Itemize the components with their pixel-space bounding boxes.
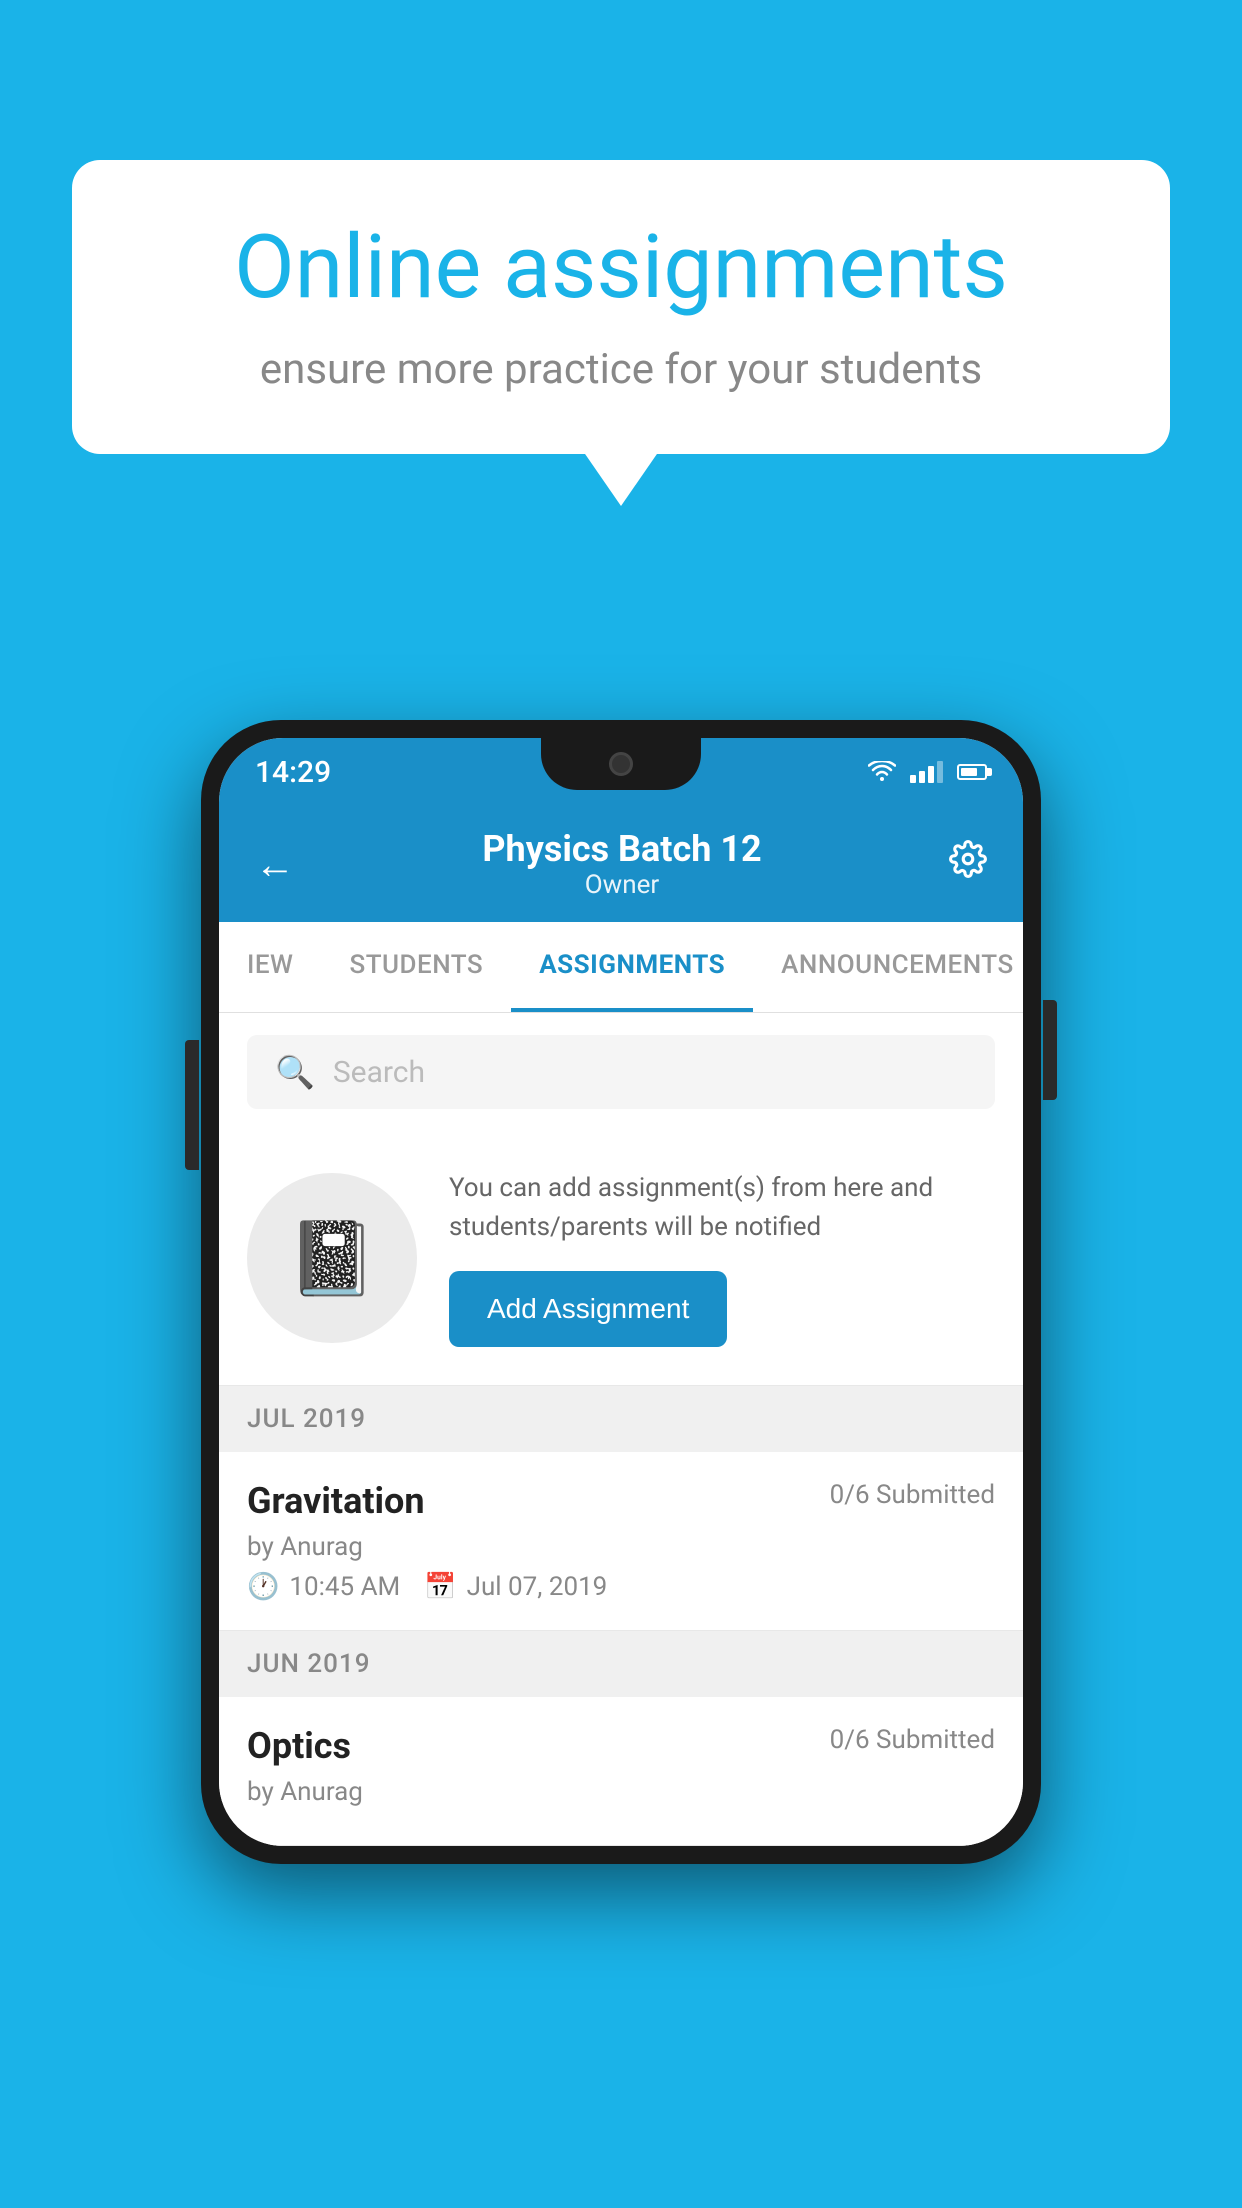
notch <box>541 738 701 790</box>
section-month-jun: JUN 2019 <box>247 1649 370 1679</box>
assignment-item-gravitation[interactable]: Gravitation 0/6 Submitted by Anurag 🕐 10… <box>219 1452 1023 1631</box>
tab-students[interactable]: STUDENTS <box>321 922 511 1012</box>
assignment-item-optics[interactable]: Optics 0/6 Submitted by Anurag <box>219 1697 1023 1846</box>
section-month-jul: JUL 2019 <box>247 1404 366 1434</box>
assignment-top: Gravitation 0/6 Submitted <box>247 1480 995 1522</box>
header-center: Physics Batch 12 Owner <box>482 828 761 900</box>
add-assignment-prompt: 📓 You can add assignment(s) from here an… <box>219 1131 1023 1386</box>
add-assignment-button[interactable]: Add Assignment <box>449 1271 727 1347</box>
prompt-text: You can add assignment(s) from here and … <box>449 1169 995 1247</box>
speech-bubble-container: Online assignments ensure more practice … <box>72 160 1170 454</box>
assignment-title-gravitation: Gravitation <box>247 1480 425 1522</box>
assignment-meta-gravitation: 🕐 10:45 AM 📅 Jul 07, 2019 <box>247 1572 995 1602</box>
app-header: ← Physics Batch 12 Owner <box>219 806 1023 922</box>
tab-assignments[interactable]: ASSIGNMENTS <box>511 922 753 1012</box>
assignment-icon-circle: 📓 <box>247 1173 417 1343</box>
assignment-title-optics: Optics <box>247 1725 351 1767</box>
assignment-status-optics: 0/6 Submitted <box>830 1725 995 1755</box>
assignment-time-gravitation: 🕐 10:45 AM <box>247 1572 400 1602</box>
tabs-bar: IEW STUDENTS ASSIGNMENTS ANNOUNCEMENTS <box>219 922 1023 1013</box>
phone-outer: 14:29 <box>201 720 1041 1864</box>
search-bar[interactable]: 🔍 Search <box>247 1035 995 1109</box>
speech-bubble: Online assignments ensure more practice … <box>72 160 1170 454</box>
bubble-title: Online assignments <box>142 220 1100 317</box>
section-header-jul: JUL 2019 <box>219 1386 1023 1452</box>
assignment-date-gravitation: 📅 Jul 07, 2019 <box>424 1572 607 1602</box>
phone-inner: 14:29 <box>219 738 1023 1846</box>
phone-mockup: 14:29 <box>201 720 1041 1864</box>
status-icons <box>868 761 987 783</box>
signal-icon <box>910 761 943 783</box>
status-bar: 14:29 <box>219 738 1023 806</box>
search-bar-wrap: 🔍 Search <box>219 1013 1023 1131</box>
search-placeholder: Search <box>333 1055 425 1090</box>
camera <box>609 752 633 776</box>
back-button[interactable]: ← <box>255 841 295 888</box>
assignment-status-gravitation: 0/6 Submitted <box>830 1480 995 1510</box>
header-title: Physics Batch 12 <box>482 828 761 870</box>
battery-icon <box>957 764 987 780</box>
tab-iew[interactable]: IEW <box>219 922 321 1012</box>
prompt-right: You can add assignment(s) from here and … <box>449 1169 995 1347</box>
section-header-jun: JUN 2019 <box>219 1631 1023 1697</box>
settings-button[interactable] <box>949 840 987 888</box>
assignment-by-gravitation: by Anurag <box>247 1532 995 1562</box>
assignment-by-optics: by Anurag <box>247 1777 995 1807</box>
assignment-top-optics: Optics 0/6 Submitted <box>247 1725 995 1767</box>
status-time: 14:29 <box>255 755 331 790</box>
bubble-subtitle: ensure more practice for your students <box>142 345 1100 394</box>
tab-announcements[interactable]: ANNOUNCEMENTS <box>753 922 1023 1012</box>
calendar-icon: 📅 <box>424 1572 456 1602</box>
wifi-icon <box>868 761 896 783</box>
search-icon: 🔍 <box>275 1053 315 1091</box>
clock-icon: 🕐 <box>247 1572 279 1602</box>
header-subtitle: Owner <box>482 870 761 900</box>
notebook-icon: 📓 <box>287 1216 377 1301</box>
